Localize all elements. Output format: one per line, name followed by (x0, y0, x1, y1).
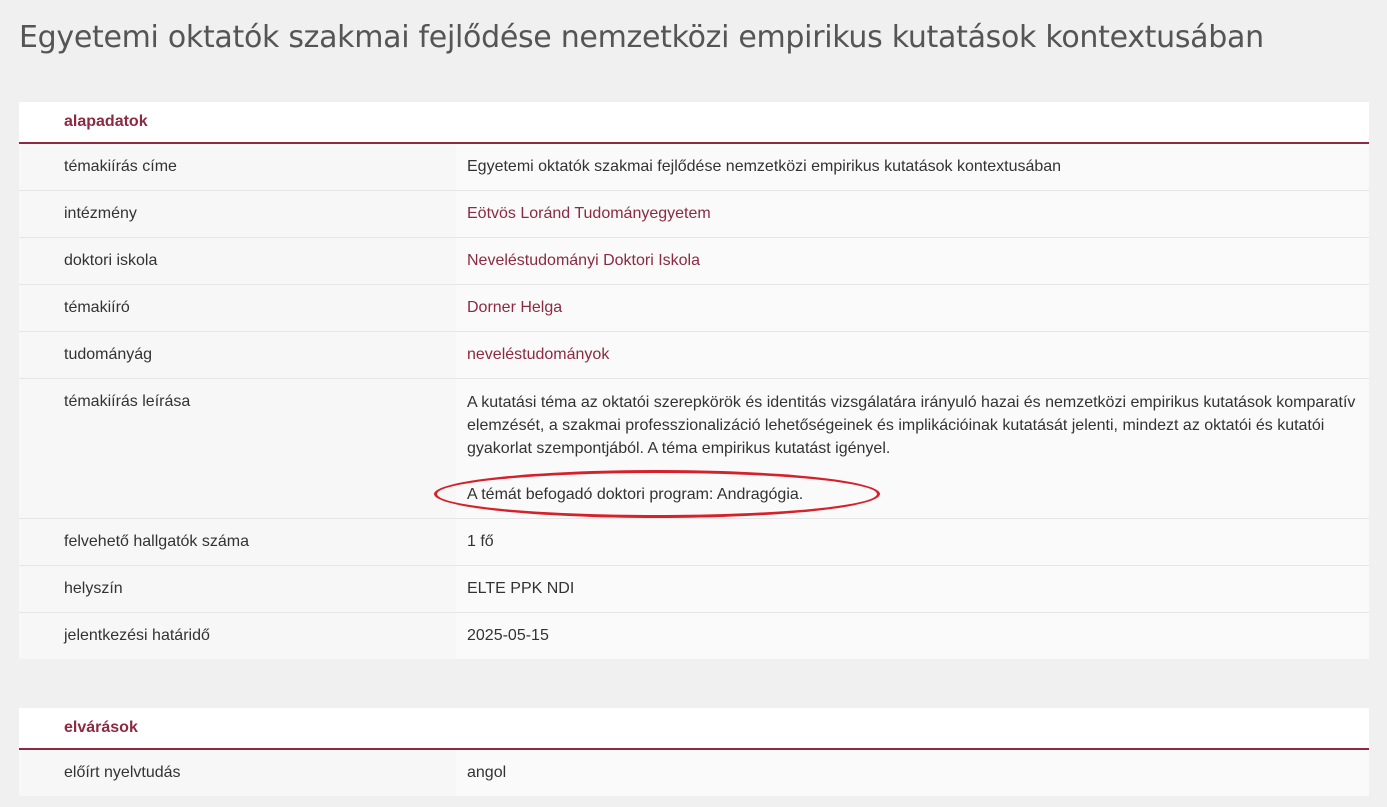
discipline-link[interactable]: neveléstudományok (467, 346, 609, 363)
row-label-supervisor: témakiíró (19, 285, 456, 331)
table-row: jelentkezési határidő 2025-05-15 (19, 613, 1369, 659)
page-title: Egyetemi oktatók szakmai fejlődése nemze… (19, 20, 1264, 55)
table-row: témakiírás leírása A kutatási téma az ok… (19, 379, 1369, 519)
description-text: A kutatási téma az oktatói szerepkörök é… (467, 394, 1356, 457)
row-value-language: angol (456, 750, 1369, 796)
row-label-description: témakiírás leírása (19, 379, 456, 518)
table-row: előírt nyelvtudás angol (19, 750, 1369, 796)
row-label-deadline: jelentkezési határidő (19, 613, 456, 659)
table-row: intézmény Eötvös Loránd Tudományegyetem (19, 191, 1369, 238)
row-label-institution: intézmény (19, 191, 456, 237)
panel-heading-expectations: elvárások (19, 708, 1369, 750)
description-program: A témát befogadó doktori program: Andrag… (434, 470, 880, 518)
table-row: témakiíró Dorner Helga (19, 285, 1369, 332)
row-label-language: előírt nyelvtudás (19, 750, 456, 796)
panel-heading-basic: alapadatok (19, 102, 1369, 144)
expectations-panel: elvárások előírt nyelvtudás angol (19, 708, 1369, 796)
row-value-location: ELTE PPK NDI (456, 566, 1369, 612)
supervisor-link[interactable]: Dorner Helga (467, 299, 562, 316)
table-row: helyszín ELTE PPK NDI (19, 566, 1369, 613)
institution-link[interactable]: Eötvös Loránd Tudományegyetem (467, 205, 711, 222)
table-row: doktori iskola Neveléstudományi Doktori … (19, 238, 1369, 285)
row-label-doctoral-school: doktori iskola (19, 238, 456, 284)
table-row: témakiírás címe Egyetemi oktatók szakmai… (19, 144, 1369, 191)
row-value-description: A kutatási téma az oktatói szerepkörök é… (434, 379, 1369, 518)
row-value-title: Egyetemi oktatók szakmai fejlődése nemze… (456, 144, 1369, 190)
row-value-student-count: 1 fő (456, 519, 1369, 565)
doctoral-school-link[interactable]: Neveléstudományi Doktori Iskola (467, 252, 700, 269)
hosting-program-text: A témát befogadó doktori program: Andrag… (467, 486, 804, 503)
basic-data-panel: alapadatok témakiírás címe Egyetemi okta… (19, 102, 1369, 659)
table-row: felvehető hallgatók száma 1 fő (19, 519, 1369, 566)
row-label-location: helyszín (19, 566, 456, 612)
row-label-discipline: tudományág (19, 332, 456, 378)
row-label-student-count: felvehető hallgatók száma (19, 519, 456, 565)
row-label-title: témakiírás címe (19, 144, 456, 190)
row-value-deadline: 2025-05-15 (456, 613, 1369, 659)
table-row: tudományág neveléstudományok (19, 332, 1369, 379)
